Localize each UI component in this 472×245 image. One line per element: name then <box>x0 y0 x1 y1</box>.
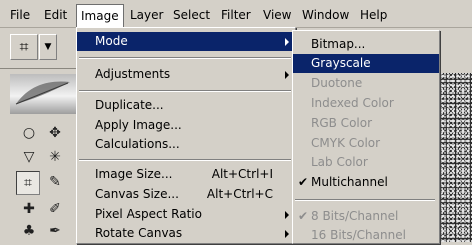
crop-icon[interactable]: ⌗ <box>16 171 40 195</box>
healing-brush-icon[interactable]: ✚ <box>18 198 40 220</box>
menu-item-calculations[interactable]: Calculations... <box>77 135 295 154</box>
menu-item-label: Duotone <box>311 76 363 90</box>
submenu-arrow-icon <box>285 211 289 219</box>
menu-item-rgb-color[interactable]: RGB Color <box>293 114 439 133</box>
checkmark-icon: ✔ <box>298 175 309 189</box>
menu-item-label: 8 Bits/Channel <box>311 209 399 223</box>
menu-window[interactable]: Window <box>298 5 353 25</box>
menu-item-grayscale[interactable]: Grayscale <box>293 54 439 73</box>
checkmark-icon: ✔ <box>298 209 309 223</box>
brush-icon[interactable]: ✐ <box>44 198 66 220</box>
submenu-arrow-icon <box>285 38 289 46</box>
menu-item-mode[interactable]: Mode <box>77 32 295 51</box>
menu-item-label: Multichannel <box>311 175 388 189</box>
menu-item-label: Pixel Aspect Ratio <box>95 207 202 221</box>
menu-item-bitmap[interactable]: Bitmap... <box>293 35 439 54</box>
crop-tool-preset-button[interactable]: ⌗ <box>10 34 38 60</box>
feather-logo-icon <box>15 81 70 105</box>
menu-item-label: Mode <box>95 34 128 48</box>
crop-icon: ⌗ <box>19 37 29 56</box>
menu-item-cmyk-color[interactable]: CMYK Color <box>293 134 439 153</box>
menu-item-label: Image Size... <box>95 167 173 181</box>
toolbox-header <box>10 74 76 114</box>
menu-item-image-size[interactable]: Image Size... Alt+Ctrl+I <box>77 165 295 184</box>
stamp-icon[interactable]: ♣ <box>18 220 40 242</box>
menu-item-pixel-aspect-ratio[interactable]: Pixel Aspect Ratio <box>77 205 295 224</box>
menu-item-label: Duplicate... <box>95 98 164 112</box>
options-bar: ⌗ ▼ <box>0 28 76 69</box>
mode-submenu: Bitmap... Grayscale Duotone Indexed Colo… <box>292 30 440 244</box>
menu-item-adjustments[interactable]: Adjustments <box>77 65 295 84</box>
menu-layer[interactable]: Layer <box>126 5 167 25</box>
magic-wand-icon[interactable]: ✳ <box>44 146 66 168</box>
menu-item-label: Canvas Size... <box>95 187 179 201</box>
menu-bar: File Edit Image Layer Select Filter View… <box>0 0 472 28</box>
history-brush-icon[interactable]: ✒ <box>44 220 66 242</box>
menu-item-canvas-size[interactable]: Canvas Size... Alt+Ctrl+C <box>77 185 295 204</box>
menu-item-label: Adjustments <box>95 67 171 81</box>
menu-item-label: Calculations... <box>95 137 180 151</box>
menu-item-label: RGB Color <box>311 116 373 130</box>
menu-item-16-bits-channel[interactable]: 16 Bits/Channel <box>293 226 439 245</box>
menu-view[interactable]: View <box>259 5 295 25</box>
menu-help[interactable]: Help <box>356 5 391 25</box>
menu-edit[interactable]: Edit <box>40 5 71 25</box>
menu-select[interactable]: Select <box>169 5 214 25</box>
menu-item-label: 16 Bits/Channel <box>311 228 406 242</box>
menu-file[interactable]: File <box>6 5 34 25</box>
menu-filter[interactable]: Filter <box>217 5 255 25</box>
separator <box>79 159 291 161</box>
menu-item-rotate-canvas[interactable]: Rotate Canvas <box>77 224 295 243</box>
menu-item-duotone[interactable]: Duotone <box>293 74 439 93</box>
shortcut-label: Alt+Ctrl+I <box>211 167 273 181</box>
move-icon[interactable]: ✥ <box>44 122 66 144</box>
menu-item-duplicate[interactable]: Duplicate... <box>77 96 295 115</box>
menu-item-label: CMYK Color <box>311 136 381 150</box>
slice-icon[interactable]: ✎ <box>44 171 66 193</box>
menu-item-label: Indexed Color <box>311 96 394 110</box>
menu-image[interactable]: Image <box>76 4 124 27</box>
shortcut-label: Alt+Ctrl+C <box>206 187 273 201</box>
menu-item-apply-image[interactable]: Apply Image... <box>77 116 295 135</box>
menu-item-8-bits-channel[interactable]: ✔ 8 Bits/Channel <box>293 207 439 226</box>
menu-item-label: Apply Image... <box>95 118 182 132</box>
submenu-arrow-icon <box>285 71 289 79</box>
polygon-lasso-icon[interactable]: ▽ <box>18 146 40 168</box>
separator <box>79 90 291 92</box>
menu-item-indexed-color[interactable]: Indexed Color <box>293 94 439 113</box>
tool-preset-dropdown[interactable]: ▼ <box>39 34 57 60</box>
menu-item-label: Bitmap... <box>311 37 366 51</box>
menu-item-lab-color[interactable]: Lab Color <box>293 153 439 172</box>
menu-item-label: Grayscale <box>311 56 371 70</box>
lasso-icon[interactable]: ○ <box>18 122 40 144</box>
canvas-top-area <box>440 28 472 73</box>
chevron-down-icon: ▼ <box>44 42 52 52</box>
image-menu: Mode Adjustments Duplicate... Apply Imag… <box>76 27 296 244</box>
submenu-arrow-icon <box>285 230 289 238</box>
menu-item-label: Lab Color <box>311 155 368 169</box>
menu-item-multichannel[interactable]: ✔ Multichannel <box>293 173 439 192</box>
separator <box>79 57 291 59</box>
separator <box>295 199 435 201</box>
menu-item-label: Rotate Canvas <box>95 226 183 240</box>
toolbox: ○ ✥ ▽ ✳ ⌗ ✎ ✚ ✐ ♣ ✒ <box>10 116 76 242</box>
